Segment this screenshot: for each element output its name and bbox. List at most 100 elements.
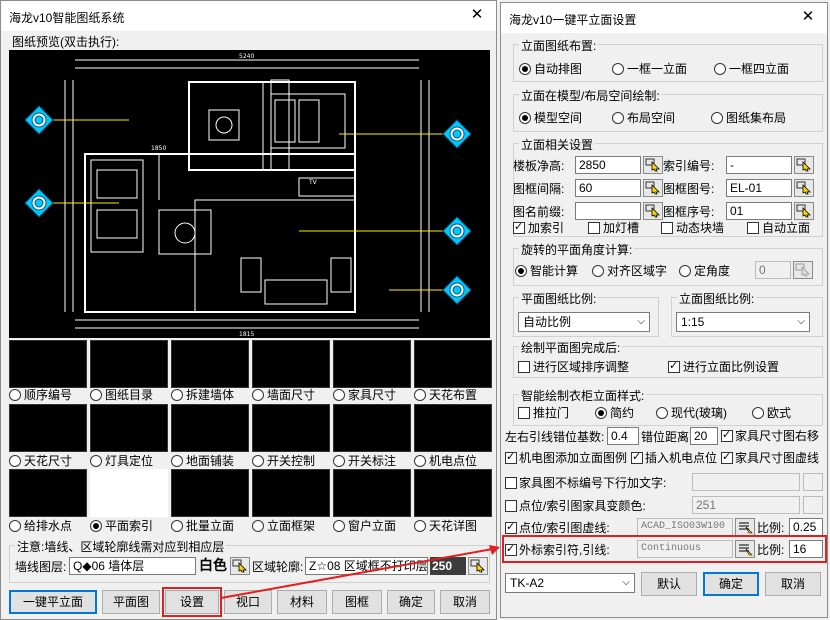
check-auto-elevation[interactable]: [747, 222, 759, 234]
leader-offset-input[interactable]: 0.4: [607, 427, 639, 445]
ok-button[interactable]: 确定: [387, 590, 435, 614]
name-prefix-input[interactable]: [575, 202, 641, 220]
floor-height-pick-button[interactable]: [643, 156, 663, 174]
check-sliding-door[interactable]: [518, 407, 530, 419]
thumb-demolition-walls[interactable]: [171, 340, 249, 388]
frame-gap-input[interactable]: 60: [575, 179, 641, 197]
radio-style-simple[interactable]: [595, 407, 607, 419]
check-dynamic-block-wall[interactable]: [661, 222, 673, 234]
frame-size-select[interactable]: TK-A2 ⌵: [505, 573, 635, 593]
option-plan-index[interactable]: [90, 520, 102, 532]
radio-smart-calc[interactable]: [515, 265, 527, 277]
angle-pick-button[interactable]: [793, 261, 813, 279]
radio-align-area-text[interactable]: [592, 265, 604, 277]
radio-sheet-set-layout[interactable]: [711, 112, 723, 124]
area-outline-field[interactable]: Z☆08 区域框不打印层: [305, 557, 428, 575]
drawing-preview[interactable]: 5240 1815 1850 TV: [9, 50, 490, 338]
frame-seq-input[interactable]: 01: [726, 202, 792, 220]
thumb-ceiling-layout[interactable]: [414, 340, 492, 388]
floor-height-input[interactable]: 2850: [575, 156, 641, 174]
check-insert-mep[interactable]: [631, 450, 643, 464]
check-elevation-scale-setting[interactable]: [668, 359, 680, 373]
thumb-light-position[interactable]: [90, 404, 168, 452]
thumb-ceiling-detail[interactable]: [414, 469, 492, 517]
frame-gap-pick-button[interactable]: [643, 179, 663, 197]
furniture-text-pick-button[interactable]: [803, 473, 823, 491]
thumb-water-points[interactable]: [9, 469, 87, 517]
thumb-batch-elevation[interactable]: [171, 469, 249, 517]
frame-no-pick-button[interactable]: [794, 179, 814, 197]
default-button[interactable]: 默认: [641, 572, 697, 596]
one-click-plan-elevation-button[interactable]: 一键平立面: [9, 590, 97, 614]
radio-layout-space[interactable]: [612, 112, 624, 124]
thumb-switch-control[interactable]: [252, 404, 330, 452]
name-prefix-pick-button[interactable]: [643, 202, 663, 220]
cancel-button[interactable]: 取消: [440, 590, 490, 614]
thumb-sequential-numbering[interactable]: [9, 340, 87, 388]
option-water-points[interactable]: [9, 520, 21, 532]
check-add-light-slot[interactable]: [588, 222, 600, 234]
area-outline-pick-button[interactable]: [468, 557, 488, 575]
option-switch-label[interactable]: [333, 455, 345, 467]
radio-one-frame-one-elevation[interactable]: [612, 63, 624, 75]
check-add-index[interactable]: [513, 220, 525, 234]
thumb-ceiling-dims[interactable]: [9, 404, 87, 452]
option-wall-dims[interactable]: [252, 389, 264, 401]
wall-layer-pick-button[interactable]: [230, 557, 250, 575]
settings-cancel-button[interactable]: 取消: [765, 572, 821, 596]
area-color-swatch[interactable]: 250: [430, 557, 466, 575]
option-demolition-walls[interactable]: [171, 389, 183, 401]
angle-input[interactable]: 0: [755, 261, 791, 279]
plan-button[interactable]: 平面图: [102, 590, 160, 614]
settings-window-close-icon[interactable]: ✕: [799, 8, 817, 26]
viewport-button[interactable]: 视口: [224, 590, 272, 614]
furniture-text-input[interactable]: [692, 473, 800, 491]
material-button[interactable]: 材料: [277, 590, 327, 614]
option-ceiling-layout[interactable]: [414, 389, 426, 401]
thumb-elevation-frame[interactable]: [252, 469, 330, 517]
check-furniture-dim-dashed[interactable]: [721, 450, 733, 464]
settings-ok-button[interactable]: 确定: [703, 572, 759, 596]
frame-seq-pick-button[interactable]: [794, 202, 814, 220]
index-no-pick-button[interactable]: [794, 156, 814, 174]
option-ceiling-dims[interactable]: [9, 455, 21, 467]
option-floor-paving[interactable]: [171, 455, 183, 467]
option-light-position[interactable]: [90, 455, 102, 467]
wall-layer-field[interactable]: Q◆06 墙体层: [69, 557, 196, 575]
index-no-input[interactable]: -: [726, 156, 792, 174]
option-switch-control[interactable]: [252, 455, 264, 467]
radio-style-european[interactable]: [752, 407, 764, 419]
option-elevation-frame[interactable]: [252, 520, 264, 532]
thumb-drawing-index[interactable]: [90, 340, 168, 388]
radio-one-frame-four-elevations[interactable]: [714, 63, 726, 75]
elevation-scale-select[interactable]: 1:15 ⌵: [676, 312, 810, 332]
radio-auto-layout[interactable]: [519, 63, 531, 75]
option-drawing-index[interactable]: [90, 389, 102, 401]
thumb-floor-paving[interactable]: [171, 404, 249, 452]
frame-no-input[interactable]: EL-01: [726, 179, 792, 197]
radio-fixed-angle[interactable]: [679, 265, 691, 277]
option-mep-points[interactable]: [414, 455, 426, 467]
check-point-dashed[interactable]: [505, 520, 517, 534]
point-scale-input[interactable]: 0.25: [789, 518, 823, 536]
frame-button[interactable]: 图框: [332, 590, 382, 614]
option-window-elevation[interactable]: [333, 520, 345, 532]
radio-model-space[interactable]: [519, 112, 531, 124]
thumb-furniture-dims[interactable]: [333, 340, 411, 388]
thumb-wall-dims[interactable]: [252, 340, 330, 388]
option-batch-elevation[interactable]: [171, 520, 183, 532]
point-color-input[interactable]: 251: [692, 496, 800, 514]
thumb-window-elevation[interactable]: [333, 469, 411, 517]
thumb-plan-index[interactable]: [90, 469, 168, 517]
check-mep-legend[interactable]: [505, 450, 517, 464]
main-window-close-icon[interactable]: ✕: [468, 6, 486, 24]
check-region-sort[interactable]: [518, 361, 530, 373]
point-linetype-button[interactable]: [735, 518, 755, 536]
point-linetype-input[interactable]: ACAD_ISO03W100: [637, 518, 733, 536]
wall-color-label[interactable]: 白色: [199, 558, 227, 572]
thumb-switch-label[interactable]: [333, 404, 411, 452]
option-ceiling-detail[interactable]: [414, 520, 426, 532]
option-sequential-numbering[interactable]: [9, 389, 21, 401]
plan-scale-select[interactable]: 自动比例 ⌵: [518, 312, 650, 332]
check-furniture-dim-right[interactable]: [721, 428, 733, 442]
